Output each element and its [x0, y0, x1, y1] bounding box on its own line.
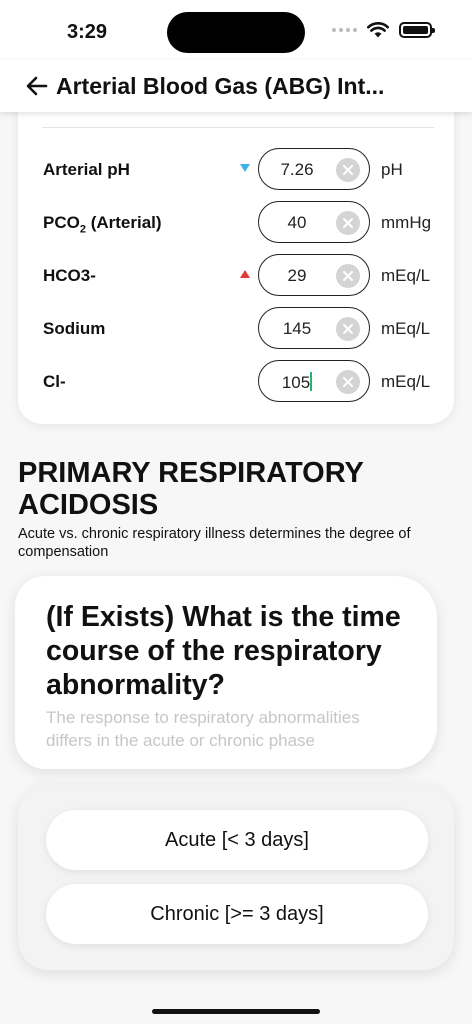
unit-label: mEq/L [381, 266, 431, 285]
question-hint: The response to respiratory abnormalitie… [46, 708, 360, 750]
low-value-indicator-icon [240, 164, 250, 172]
result-subtitle: Acute vs. chronic respiratory illness de… [18, 526, 411, 560]
home-indicator[interactable] [152, 1009, 320, 1014]
chloride-input[interactable]: 105 [258, 360, 370, 402]
status-icons [332, 22, 435, 38]
close-icon [343, 218, 353, 228]
input-row-hco3: HCO3- 29 mEq/L [18, 254, 454, 298]
unit-label: mmHg [381, 213, 432, 232]
close-icon [343, 377, 353, 387]
unit-label: mEq/L [381, 372, 431, 391]
input-label: HCO3- [43, 266, 96, 285]
divider [42, 127, 434, 128]
input-value: 29 [287, 266, 307, 285]
input-label: Sodium [43, 319, 106, 338]
input-value: 40 [287, 213, 307, 232]
app-header: Arterial Blood Gas (ABG) Int... [0, 60, 472, 112]
close-icon [343, 165, 353, 175]
text-cursor [310, 372, 313, 391]
input-row-pco2: PCO2 (Arterial) 40 mmHg [18, 201, 454, 245]
unit-label: pH [381, 160, 403, 179]
close-icon [343, 324, 353, 334]
lab-inputs-card: Arterial pH 7.26 pH PCO2 (Arterial) 40 m… [18, 100, 454, 424]
clear-button[interactable] [336, 264, 360, 288]
unit-label: mEq/L [381, 319, 431, 338]
option-acute-button[interactable]: Acute [< 3 days] [46, 810, 428, 870]
input-value: 145 [282, 319, 312, 338]
input-value: 105 [281, 372, 313, 392]
close-icon [343, 271, 353, 281]
sodium-input[interactable]: 145 [258, 307, 370, 349]
pco2-input[interactable]: 40 [258, 201, 370, 243]
back-button[interactable] [0, 60, 56, 112]
input-row-ph: Arterial pH 7.26 pH [18, 148, 454, 192]
hco3-input[interactable]: 29 [258, 254, 370, 296]
input-value: 7.26 [280, 160, 314, 179]
ph-input[interactable]: 7.26 [258, 148, 370, 190]
battery-icon [399, 22, 435, 38]
clear-button[interactable] [336, 158, 360, 182]
question-card: (If Exists) What is the time course of t… [15, 576, 437, 769]
input-label: PCO2 (Arterial) [43, 213, 162, 236]
clear-button[interactable] [336, 211, 360, 235]
option-chronic-button[interactable]: Chronic [>= 3 days] [46, 884, 428, 944]
input-row-sodium: Sodium 145 mEq/L [18, 307, 454, 351]
input-label: Arterial pH [43, 160, 130, 179]
page-title: Arterial Blood Gas (ABG) Int... [56, 72, 385, 99]
clear-button[interactable] [336, 370, 360, 394]
clear-button[interactable] [336, 317, 360, 341]
wifi-icon [367, 22, 389, 38]
dynamic-island [167, 12, 305, 53]
status-time: 3:29 [67, 21, 108, 43]
status-bar: 3:29 [0, 0, 472, 60]
arrow-left-icon [26, 76, 48, 96]
result-title: PRIMARY RESPIRATORY ACIDOSIS [18, 457, 364, 521]
input-label: Cl- [43, 372, 66, 391]
answer-options-card: Acute [< 3 days] Chronic [>= 3 days] [18, 785, 454, 970]
question-title: (If Exists) What is the time course of t… [46, 601, 401, 701]
input-row-chloride: Cl- 105 mEq/L [18, 360, 454, 404]
cellular-signal-icon [332, 28, 357, 32]
high-value-indicator-icon [240, 270, 250, 278]
